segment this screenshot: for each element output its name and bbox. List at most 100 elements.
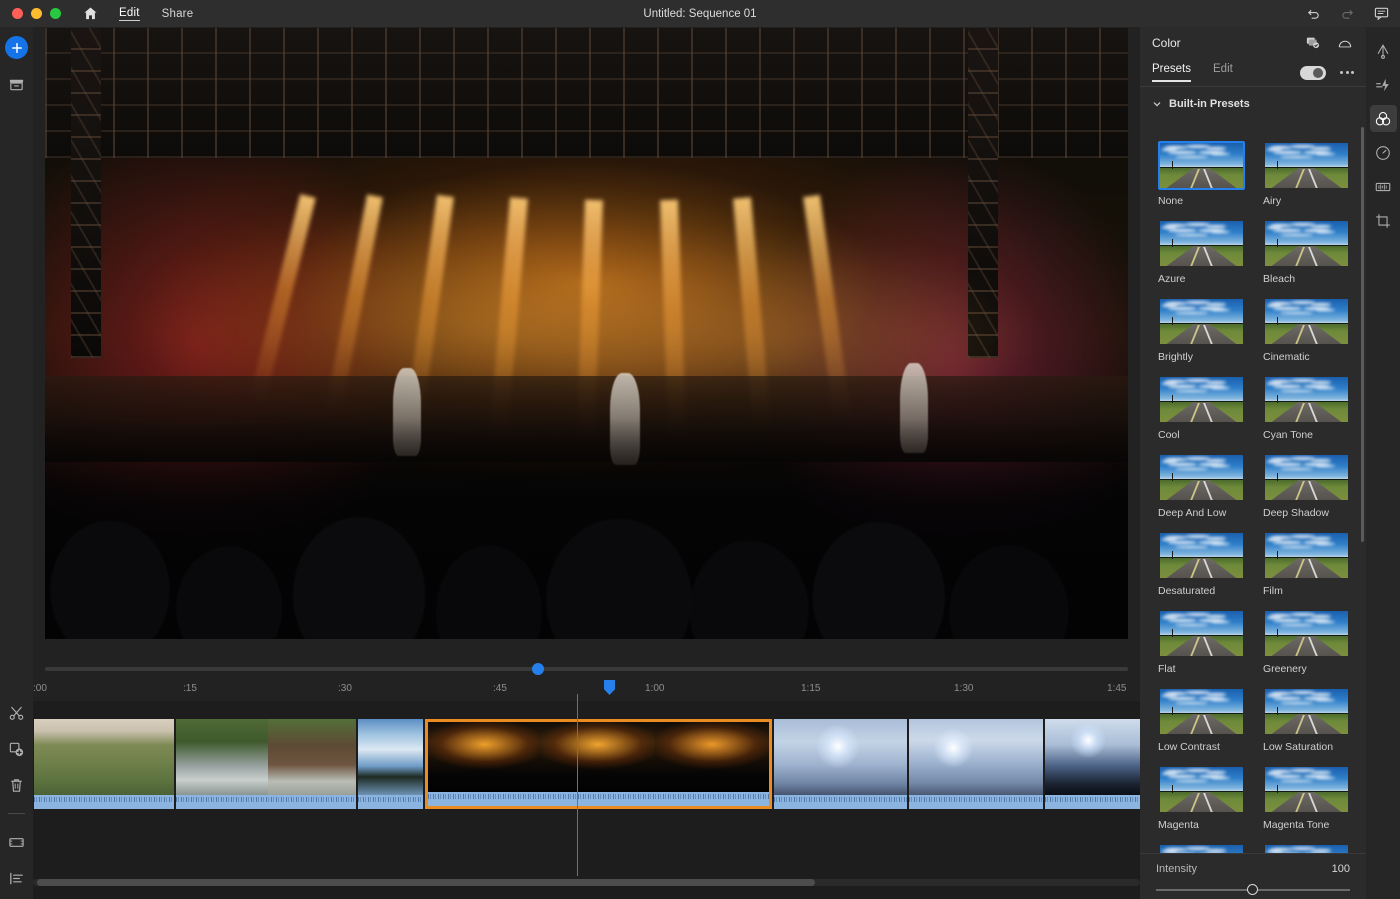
clip-crowd-lights-a[interactable]: [774, 719, 907, 809]
preset-item[interactable]: Flat: [1158, 609, 1245, 675]
preset-item[interactable]: Brightly: [1158, 297, 1245, 363]
intensity-slider[interactable]: [1156, 884, 1350, 896]
preset-item[interactable]: Azure: [1158, 219, 1245, 285]
color-enable-toggle[interactable]: [1300, 65, 1326, 80]
redo-icon: [1338, 5, 1356, 23]
preset-item[interactable]: Low Contrast: [1158, 687, 1245, 753]
preset-item[interactable]: Magenta: [1158, 765, 1245, 831]
copy-attributes-icon[interactable]: [1304, 34, 1322, 52]
preset-item[interactable]: Mono Cool: [1263, 843, 1350, 853]
preset-label: Deep Shadow: [1263, 507, 1329, 519]
preset-thumbnail[interactable]: [1263, 297, 1350, 346]
timeline-track-area[interactable]: [33, 701, 1153, 899]
preset-item[interactable]: None: [1158, 141, 1245, 207]
preset-item[interactable]: Cyan Tone: [1263, 375, 1350, 441]
preset-thumbnail[interactable]: [1158, 375, 1245, 424]
menu-item-edit[interactable]: Edit: [119, 7, 140, 21]
preset-item[interactable]: Deep And Low: [1158, 453, 1245, 519]
list-align-icon[interactable]: [6, 867, 28, 889]
archive-box-icon[interactable]: [6, 73, 28, 95]
preset-item[interactable]: Magenta Tone: [1263, 765, 1350, 831]
preset-thumbnail[interactable]: [1263, 531, 1350, 580]
preset-label: Cyan Tone: [1263, 429, 1314, 441]
trash-icon[interactable]: [6, 774, 28, 796]
minimize-window-button[interactable]: [31, 8, 42, 19]
filmstrip-icon[interactable]: [6, 831, 28, 853]
preset-thumbnail[interactable]: [1158, 219, 1245, 268]
window-controls[interactable]: [0, 8, 61, 19]
preset-item[interactable]: Film: [1263, 531, 1350, 597]
timeline-horizontal-scrollbar[interactable]: [33, 879, 1140, 886]
preset-item[interactable]: Low Saturation: [1263, 687, 1350, 753]
undo-icon[interactable]: [1304, 5, 1322, 23]
preset-thumbnail[interactable]: [1263, 843, 1350, 853]
built-in-presets-section-header[interactable]: Built-in Presets: [1140, 87, 1366, 116]
video-preview[interactable]: [45, 28, 1128, 639]
lightning-icon[interactable]: [1370, 71, 1397, 98]
transform-icon[interactable]: [1370, 37, 1397, 64]
preset-thumbnail[interactable]: [1158, 141, 1245, 190]
preset-thumbnail[interactable]: [1263, 219, 1350, 268]
more-options-icon[interactable]: [1340, 71, 1354, 74]
preset-thumbnail[interactable]: [1263, 609, 1350, 658]
presets-scroll-area[interactable]: None Airy Azure Bleach Brightly Cinematic Cool…: [1140, 119, 1366, 853]
preset-label: None: [1158, 195, 1184, 207]
preset-thumbnail[interactable]: [1263, 141, 1350, 190]
scrubber-handle[interactable]: [532, 663, 544, 675]
ruler-tick-5: 1:15: [801, 683, 821, 694]
close-window-button[interactable]: [12, 8, 23, 19]
add-clip-icon[interactable]: [6, 738, 28, 760]
preset-item[interactable]: Desaturated: [1158, 531, 1245, 597]
color-panel-tabs: Presets Edit: [1140, 59, 1366, 87]
preset-thumbnail[interactable]: [1158, 843, 1245, 853]
preset-thumbnail[interactable]: [1263, 687, 1350, 736]
tab-edit[interactable]: Edit: [1213, 63, 1233, 82]
scissors-icon[interactable]: [6, 702, 28, 724]
right-toolbar: [1366, 27, 1400, 899]
comment-icon[interactable]: [1372, 5, 1390, 23]
intensity-value[interactable]: 100: [1332, 863, 1350, 875]
clip-lake-clouds[interactable]: [358, 719, 423, 809]
clip-crowd-lights-b[interactable]: [909, 719, 1043, 809]
preset-item[interactable]: Greenery: [1263, 609, 1350, 675]
preset-thumbnail[interactable]: [1158, 609, 1245, 658]
speedometer-icon[interactable]: [1370, 139, 1397, 166]
preview-scrubber[interactable]: [45, 663, 1128, 675]
audio-waveform: [774, 795, 907, 809]
crop-icon[interactable]: [1370, 207, 1397, 234]
preset-thumbnail[interactable]: [1158, 687, 1245, 736]
preset-thumbnail[interactable]: [1263, 453, 1350, 502]
preset-item[interactable]: Mono: [1158, 843, 1245, 853]
preset-thumbnail[interactable]: [1263, 765, 1350, 814]
reset-color-icon[interactable]: [1336, 34, 1354, 52]
color-wheels-icon[interactable]: [1369, 105, 1397, 132]
preset-item[interactable]: Deep Shadow: [1263, 453, 1350, 519]
audio-waveform: [428, 792, 769, 806]
playhead-handle[interactable]: [604, 680, 615, 695]
preset-thumbnail[interactable]: [1158, 453, 1245, 502]
maximize-window-button[interactable]: [50, 8, 61, 19]
add-media-button[interactable]: [5, 36, 28, 59]
tab-presets[interactable]: Presets: [1152, 63, 1191, 82]
preset-thumbnail[interactable]: [1158, 297, 1245, 346]
clip-crowd-silhouette[interactable]: [1045, 719, 1153, 809]
preset-label: Magenta: [1158, 819, 1199, 831]
preset-item[interactable]: Airy: [1263, 141, 1350, 207]
preset-thumbnail[interactable]: [1263, 375, 1350, 424]
intensity-slider-handle[interactable]: [1247, 884, 1258, 895]
preset-item[interactable]: Cool: [1158, 375, 1245, 441]
clip-concert-stage[interactable]: [425, 719, 772, 809]
timeline-ruler[interactable]: :00 :15 :30 :45 1:00 1:15 1:30 1:45: [33, 679, 1140, 701]
preset-item[interactable]: Cinematic: [1263, 297, 1350, 363]
home-icon[interactable]: [79, 3, 101, 25]
preset-preview-image: [1160, 299, 1243, 344]
panel-vertical-scrollbar[interactable]: [1361, 127, 1364, 542]
audio-bars-icon[interactable]: [1370, 173, 1397, 200]
clip-river-rocks[interactable]: [176, 719, 356, 809]
preset-thumbnail[interactable]: [1158, 531, 1245, 580]
preset-thumbnail[interactable]: [1158, 765, 1245, 814]
menu-item-share[interactable]: Share: [162, 8, 194, 20]
scrollbar-thumb[interactable]: [37, 879, 815, 886]
preset-item[interactable]: Bleach: [1263, 219, 1350, 285]
clip-mountain-forest[interactable]: [34, 719, 174, 809]
